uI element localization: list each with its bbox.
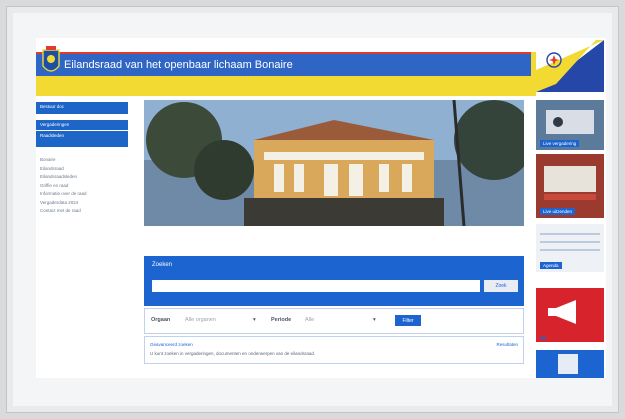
periode-select[interactable]: Alle [305, 317, 314, 323]
right-tile-label: Agenda [540, 262, 562, 269]
sidebar-link[interactable]: Bonaire [40, 156, 128, 165]
sidebar-link[interactable]: Vergaderdata 2024 [40, 199, 128, 208]
sidebar-link[interactable]: Eilandsraad [40, 165, 128, 174]
sidebar-item-vergaderingen[interactable]: Vergaderingen [36, 120, 128, 130]
orgaan-label: Orgaan [151, 317, 171, 323]
search-input[interactable] [152, 280, 480, 292]
results-link[interactable]: Resultaten [496, 342, 518, 347]
right-tile-label [540, 373, 546, 375]
search-label: Zoeken [152, 262, 173, 268]
hero-building-image [144, 100, 524, 226]
sidebar-item-label: Raadsleden [40, 133, 65, 138]
sidebar-link[interactable]: Contact met de raad [40, 207, 128, 216]
filter-button[interactable]: Filter [395, 315, 421, 326]
periode-label: Periode [271, 317, 292, 323]
right-tile-label: Live uitzenden [540, 208, 576, 215]
search-help-text: U kunt zoeken in vergaderingen, document… [150, 351, 316, 356]
sidebar-item-label: Vergaderingen [40, 122, 70, 127]
sidebar-item-raadsleden[interactable]: Raadsleden [36, 131, 128, 147]
document-icon [536, 350, 604, 378]
orgaan-select[interactable]: Alle organen [185, 317, 216, 323]
site-title: Eilandsraad van het openbaar lichaam Bon… [64, 59, 293, 71]
sidebar-link[interactable]: Informatie over de raad [40, 190, 128, 199]
right-tile-live[interactable]: Live vergadering [536, 100, 604, 150]
megaphone-icon [536, 288, 604, 342]
sidebar-item-label: Bestuur doc [40, 104, 65, 109]
sidebar-link[interactable]: Eilandsraadsleden [40, 173, 128, 182]
bonaire-flag-icon [536, 40, 604, 92]
right-tile-uitzenden[interactable]: Live uitzenden [536, 154, 604, 218]
right-tile-blue[interactable] [536, 350, 604, 378]
chevron-down-icon[interactable]: ▾ [253, 317, 256, 323]
search-panel: Zoeken Zoek [144, 256, 524, 306]
right-tile-label: Live vergadering [540, 140, 580, 147]
chevron-down-icon[interactable]: ▾ [373, 317, 376, 323]
coat-of-arms-icon[interactable] [40, 46, 62, 78]
right-tile-label [540, 337, 546, 339]
right-tile-red[interactable] [536, 288, 604, 342]
sidebar-link-list: Bonaire Eilandsraad Eilandsraadsleden Gr… [40, 156, 128, 216]
website-page: Eilandsraad van het openbaar lichaam Bon… [36, 38, 606, 378]
sidebar-link[interactable]: Griffie en raad [40, 182, 128, 191]
site-header: Eilandsraad van het openbaar lichaam Bon… [36, 52, 531, 76]
advanced-search-link[interactable]: Geavanceerd zoeken [150, 342, 193, 347]
filter-bar: Orgaan Alle organen ▾ Periode Alle ▾ Fil… [144, 308, 524, 334]
right-tile-agenda[interactable]: Agenda [536, 224, 604, 272]
search-info-panel: Geavanceerd zoeken Resultaten U kunt zoe… [144, 336, 524, 364]
sidebar-item-bestuur[interactable]: Bestuur doc [36, 102, 128, 114]
search-button[interactable]: Zoek [484, 280, 518, 292]
